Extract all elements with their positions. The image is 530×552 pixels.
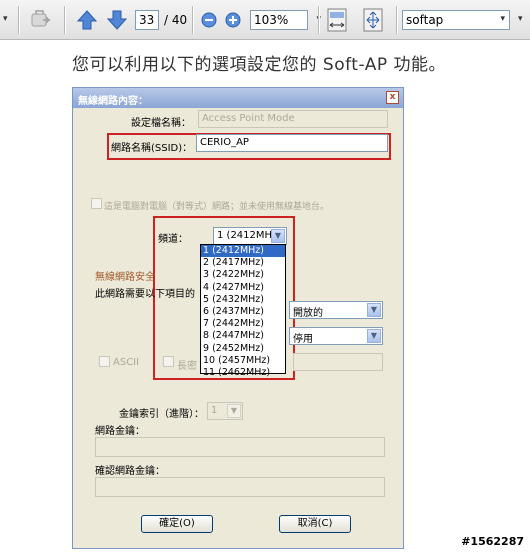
channel-option[interactable]: 4 (2427MHz): [201, 282, 285, 294]
channel-dropdown-list[interactable]: 1 (2412MHz) 2 (2417MHz) 3 (2422MHz) 4 (2…: [200, 244, 286, 378]
security-group-title: 無線網路安全: [95, 272, 155, 283]
pdf-toolbar: ▾ 33 / 40 103% ▾: [0, 0, 530, 40]
channel-option[interactable]: 5 (2432MHz): [201, 294, 285, 306]
ok-button[interactable]: 確定(O): [141, 515, 213, 533]
zoom-in-icon: [225, 12, 241, 28]
channel-label: 頻道：: [158, 234, 188, 245]
close-icon[interactable]: x: [386, 91, 399, 104]
channel-option[interactable]: 2 (2417MHz): [201, 257, 285, 269]
search-options-icon[interactable]: ▾: [518, 14, 523, 24]
arrow-down-icon: [106, 10, 128, 30]
fit-width-icon: [327, 8, 347, 32]
fit-page-icon: [363, 8, 383, 32]
watermark-id: #1562287: [461, 535, 524, 548]
channel-option[interactable]: 8 (2447MHz): [201, 330, 285, 342]
confirm-key-field[interactable]: [95, 477, 385, 497]
search-value: softap: [406, 13, 444, 27]
zoom-out-icon: [201, 12, 217, 28]
toolbar-separator: [318, 6, 319, 34]
channel-option[interactable]: 3 (2422MHz): [201, 269, 285, 281]
encryption-select[interactable]: 停用 ▼: [289, 327, 383, 345]
chevron-down-icon: ▾: [500, 14, 505, 24]
confirm-key-label: 確認網路金鑰：: [95, 466, 165, 477]
toolbar-separator: [396, 6, 397, 34]
auth-select[interactable]: 開放的 ▼: [289, 301, 383, 319]
channel-option[interactable]: 9 (2452MHz): [201, 343, 285, 355]
chevron-down-icon[interactable]: ▼: [271, 229, 285, 243]
security-desc: 此網路需要以下項目的: [95, 289, 195, 300]
previous-page-button[interactable]: [74, 7, 100, 33]
chevron-down-icon[interactable]: ▼: [367, 303, 381, 317]
adhoc-checkbox-label: 這是電腦對電腦（對等式）網路；並未使用無線基地台。: [104, 202, 330, 212]
toolbar-separator: [192, 6, 193, 34]
toolbar-separator: [64, 6, 65, 34]
channel-option[interactable]: 7 (2442MHz): [201, 318, 285, 330]
page-total-label: / 40: [164, 13, 188, 27]
ssid-label: 網路名稱(SSID)：: [111, 143, 193, 154]
network-key-field[interactable]: [95, 437, 385, 457]
key-format-field[interactable]: [293, 353, 383, 371]
cancel-button[interactable]: 取消(C): [279, 515, 351, 533]
hand-icon: [31, 10, 51, 27]
long-key-label: 長密: [177, 361, 197, 372]
setting-name-field[interactable]: Access Point Mode: [198, 110, 388, 128]
fit-width-button[interactable]: [324, 7, 350, 33]
key-index-value: 1: [211, 405, 218, 416]
channel-option[interactable]: 6 (2437MHz): [201, 306, 285, 318]
next-page-button[interactable]: [104, 7, 130, 33]
encryption-value: 停用: [293, 334, 313, 345]
chevron-down-icon[interactable]: ▼: [227, 404, 241, 418]
channel-option[interactable]: 11 (2462MHz): [201, 367, 285, 379]
key-index-label: 金鑰索引（進階）：: [119, 409, 204, 420]
channel-option[interactable]: 10 (2457MHz): [201, 355, 285, 367]
fit-page-button[interactable]: [360, 7, 386, 33]
chevron-down-icon[interactable]: ▾: [3, 14, 8, 24]
intro-text: 您可以利用以下的選項設定您的 Soft-AP 功能。: [72, 55, 446, 75]
zoom-out-button[interactable]: [196, 7, 222, 33]
long-key-checkbox[interactable]: [163, 356, 174, 367]
hand-tool-button[interactable]: [28, 7, 54, 33]
ssid-field[interactable]: CERIO_AP: [196, 134, 388, 152]
zoom-in-button[interactable]: [220, 7, 246, 33]
network-key-label: 網路金鑰：: [95, 426, 145, 437]
ascii-label: ASCII: [113, 357, 140, 368]
dialog-title: 無線網路內容：: [73, 88, 403, 108]
setting-name-label: 設定檔名稱：: [131, 118, 191, 129]
zoom-level-value: 103%: [254, 13, 289, 27]
arrow-up-icon: [76, 10, 98, 30]
channel-option[interactable]: 1 (2412MHz): [201, 245, 285, 258]
zoom-level-select[interactable]: 103% ▾: [250, 10, 321, 30]
ascii-checkbox[interactable]: [99, 356, 110, 367]
page-number-input[interactable]: 33: [135, 10, 159, 30]
adhoc-checkbox[interactable]: [91, 198, 102, 209]
search-input[interactable]: softap ▾: [402, 10, 510, 30]
key-index-select[interactable]: 1 ▼: [207, 402, 243, 420]
channel-select[interactable]: 1 (2412MHz) ▼: [213, 227, 287, 245]
toolbar-separator: [18, 6, 19, 34]
auth-value: 開放的: [293, 308, 323, 319]
chevron-down-icon[interactable]: ▼: [367, 329, 381, 343]
